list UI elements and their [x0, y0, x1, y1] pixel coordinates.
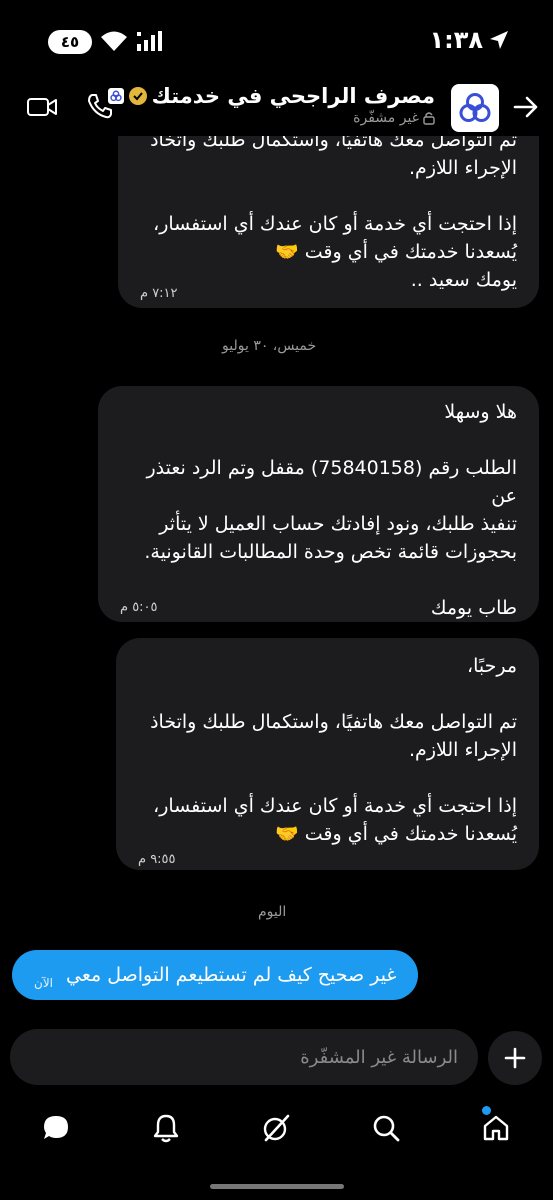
- bell-icon[interactable]: [150, 1112, 182, 1144]
- add-attachment-button[interactable]: [488, 1031, 542, 1085]
- wifi-icon: [101, 31, 127, 51]
- message-text: مرحبًا، تم التواصل معك هاتفيًا، واستكمال…: [150, 655, 517, 845]
- notification-dot: [482, 1106, 491, 1115]
- grok-icon[interactable]: [260, 1112, 292, 1144]
- home-icon[interactable]: [480, 1112, 512, 1144]
- outgoing-text: غير صحيح كيف لم تستطيعم التواصل معي: [66, 964, 397, 986]
- status-time: ١:٣٨: [429, 26, 483, 54]
- message-bubble[interactable]: مرحبًا، تم التواصل معك هاتفيًا، واستكمال…: [116, 638, 539, 870]
- bank-logo-icon: [459, 93, 491, 122]
- message-bubble[interactable]: هلا وسهلا الطلب رقم (75840158) مقفل وتم …: [98, 386, 539, 622]
- chat-header: مصرف الراجحي في خدمتك غير مشفّرة: [0, 80, 553, 136]
- message-composer: [10, 1029, 478, 1085]
- location-icon: [490, 31, 508, 49]
- battery-indicator: ٤٥: [48, 30, 92, 54]
- search-icon[interactable]: [370, 1112, 402, 1144]
- phone-icon[interactable]: [86, 92, 114, 120]
- message-input[interactable]: [38, 1029, 458, 1085]
- video-call-icon[interactable]: [26, 94, 58, 120]
- arrow-right-icon[interactable]: [511, 92, 541, 122]
- outgoing-time: الآن: [34, 976, 53, 990]
- plus-icon: [504, 1047, 526, 1069]
- status-bar: ١:٣٨ ٤٥: [0, 0, 553, 80]
- outgoing-message[interactable]: غير صحيح كيف لم تستطيعم التواصل معي الآن: [12, 950, 419, 1000]
- page-title[interactable]: مصرف الراجحي في خدمتك: [107, 84, 435, 108]
- date-separator: اليوم: [258, 904, 287, 920]
- message-time: ٩:٥٥ م: [138, 852, 176, 867]
- encryption-status: غير مشفّرة: [353, 110, 435, 126]
- lock-icon: [423, 112, 435, 125]
- signal-icon: [137, 31, 162, 51]
- verified-badge-icon: [128, 87, 147, 105]
- date-separator: خميس، ٣٠ يوليو: [222, 338, 317, 354]
- message-time: ٥:٠٥ م: [120, 600, 158, 615]
- chat-title: مصرف الراجحي في خدمتك: [151, 84, 435, 108]
- bottom-nav: [0, 1100, 553, 1160]
- avatar[interactable]: [451, 84, 499, 132]
- message-text: هلا وسهلا الطلب رقم (75840158) مقفل وتم …: [144, 401, 517, 619]
- subtitle-text: غير مشفّرة: [353, 110, 419, 126]
- home-indicator: [210, 1184, 344, 1189]
- chat-icon[interactable]: [40, 1112, 72, 1144]
- message-text: تم التواصل معك هاتفيًا، واستكمال طلبك وا…: [150, 129, 517, 291]
- message-time: ٧:١٢ م: [140, 286, 178, 301]
